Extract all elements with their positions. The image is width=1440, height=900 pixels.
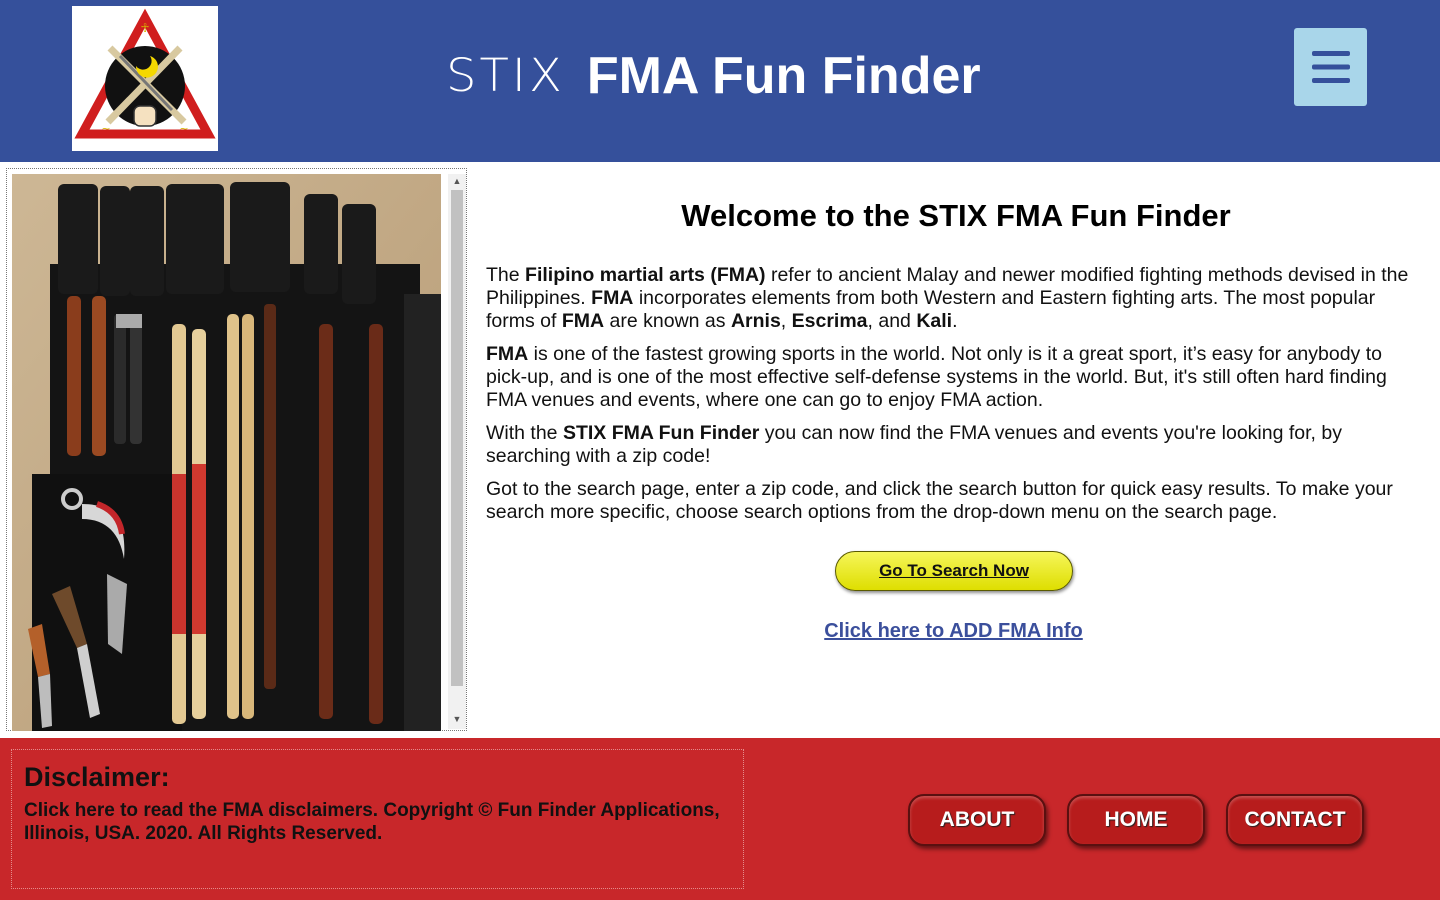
contact-button[interactable]: CONTACT: [1226, 794, 1364, 846]
site-footer: Disclaimer: Click here to read the FMA d…: [0, 738, 1440, 900]
menu-button[interactable]: [1294, 28, 1367, 106]
svg-text:~: ~: [101, 122, 110, 135]
scroll-up-arrow-icon[interactable]: ▲: [448, 174, 466, 188]
svg-text:☥: ☥: [141, 21, 150, 35]
scroll-down-arrow-icon[interactable]: ▼: [448, 712, 466, 726]
fma-weapons-photo: [12, 174, 441, 731]
fma-logo-icon: ☥ ~ ~: [74, 8, 216, 139]
home-button[interactable]: HOME: [1067, 794, 1205, 846]
brand-stix: STIX: [446, 49, 565, 103]
page-title: Welcome to the STIX FMA Fun Finder: [681, 198, 1231, 233]
site-title: STIX FMA Fun Finder: [446, 44, 981, 108]
disclaimer-box[interactable]: Disclaimer: Click here to read the FMA d…: [11, 749, 744, 889]
site-header: ☥ ~ ~ STIX FMA Fun Finder: [0, 0, 1440, 162]
main-content: Welcome to the STIX FMA Fun Finder The F…: [486, 198, 1426, 642]
intro-paragraph: The Filipino martial arts (FMA) refer to…: [486, 264, 1409, 332]
finder-paragraph: With the STIX FMA Fun Finder you can now…: [486, 422, 1342, 467]
svg-text:~: ~: [179, 122, 188, 135]
hamburger-menu-icon: [1311, 51, 1350, 83]
brand-name: FMA Fun Finder: [586, 47, 981, 105]
instructions-paragraph: Got to the search page, enter a zip code…: [486, 478, 1393, 523]
add-fma-info-link[interactable]: Click here to ADD FMA Info: [486, 620, 1421, 643]
site-logo[interactable]: ☥ ~ ~: [72, 6, 218, 151]
go-to-search-button[interactable]: Go To Search Now: [835, 551, 1073, 591]
scrollbar-thumb[interactable]: [451, 190, 463, 686]
disclaimer-link[interactable]: Click here to read the FMA disclaimers. …: [24, 799, 731, 845]
disclaimer-title: Disclaimer:: [24, 762, 170, 792]
about-button[interactable]: ABOUT: [908, 794, 1046, 846]
sport-paragraph: FMA is one of the fastest growing sports…: [486, 343, 1387, 411]
